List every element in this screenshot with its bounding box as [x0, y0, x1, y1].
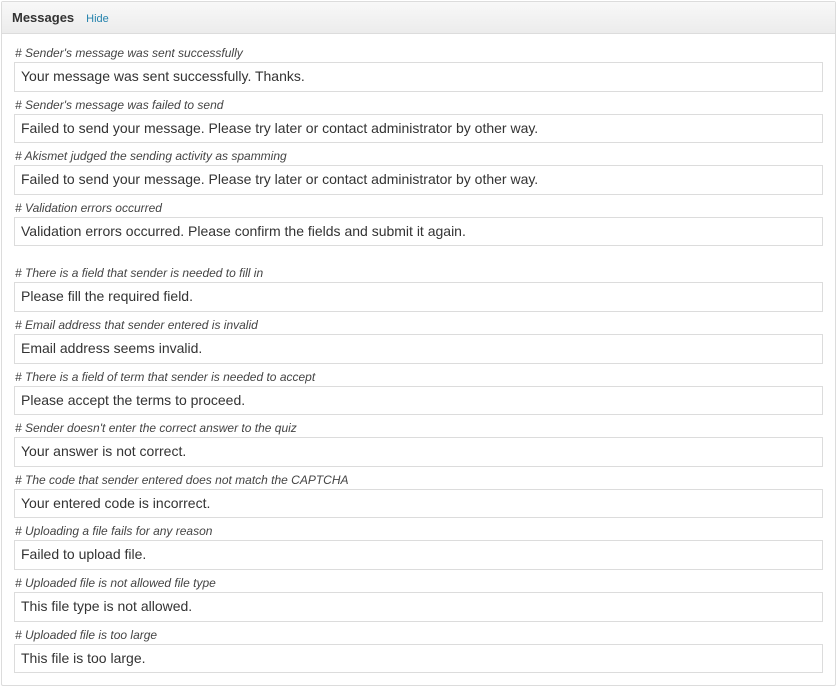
msg-validation-error-input[interactable]: [14, 217, 823, 247]
field-label: # Validation errors occurred: [14, 201, 823, 215]
msg-sent-success-input[interactable]: [14, 62, 823, 92]
hide-link[interactable]: Hide: [86, 13, 109, 25]
messages-panel: Messages Hide # Sender's message was sen…: [1, 1, 836, 686]
msg-akismet-spam-input[interactable]: [14, 165, 823, 195]
msg-sent-failed-input[interactable]: [14, 114, 823, 144]
field-label: # Sender's message was failed to send: [14, 98, 823, 112]
field-label: # The code that sender entered does not …: [14, 473, 823, 487]
field-label: # There is a field of term that sender i…: [14, 370, 823, 384]
field-label: # Sender's message was sent successfully: [14, 46, 823, 60]
msg-captcha-wrong-input[interactable]: [14, 489, 823, 519]
field-label: # There is a field that sender is needed…: [14, 266, 823, 280]
field-label: # Email address that sender entered is i…: [14, 318, 823, 332]
msg-required-field-input[interactable]: [14, 282, 823, 312]
field-label: # Uploaded file is too large: [14, 628, 823, 642]
field-label: # Akismet judged the sending activity as…: [14, 149, 823, 163]
group-gap: [14, 246, 823, 260]
field-label: # Uploading a file fails for any reason: [14, 524, 823, 538]
field-label: # Uploaded file is not allowed file type: [14, 576, 823, 590]
msg-quiz-wrong-input[interactable]: [14, 437, 823, 467]
field-label: # Sender doesn't enter the correct answe…: [14, 421, 823, 435]
msg-invalid-email-input[interactable]: [14, 334, 823, 364]
panel-title: Messages: [12, 10, 74, 25]
msg-upload-failed-input[interactable]: [14, 540, 823, 570]
msg-file-type-input[interactable]: [14, 592, 823, 622]
msg-file-large-input[interactable]: [14, 644, 823, 674]
panel-body: # Sender's message was sent successfully…: [2, 34, 835, 685]
msg-accept-terms-input[interactable]: [14, 386, 823, 416]
panel-header: Messages Hide: [2, 2, 835, 34]
